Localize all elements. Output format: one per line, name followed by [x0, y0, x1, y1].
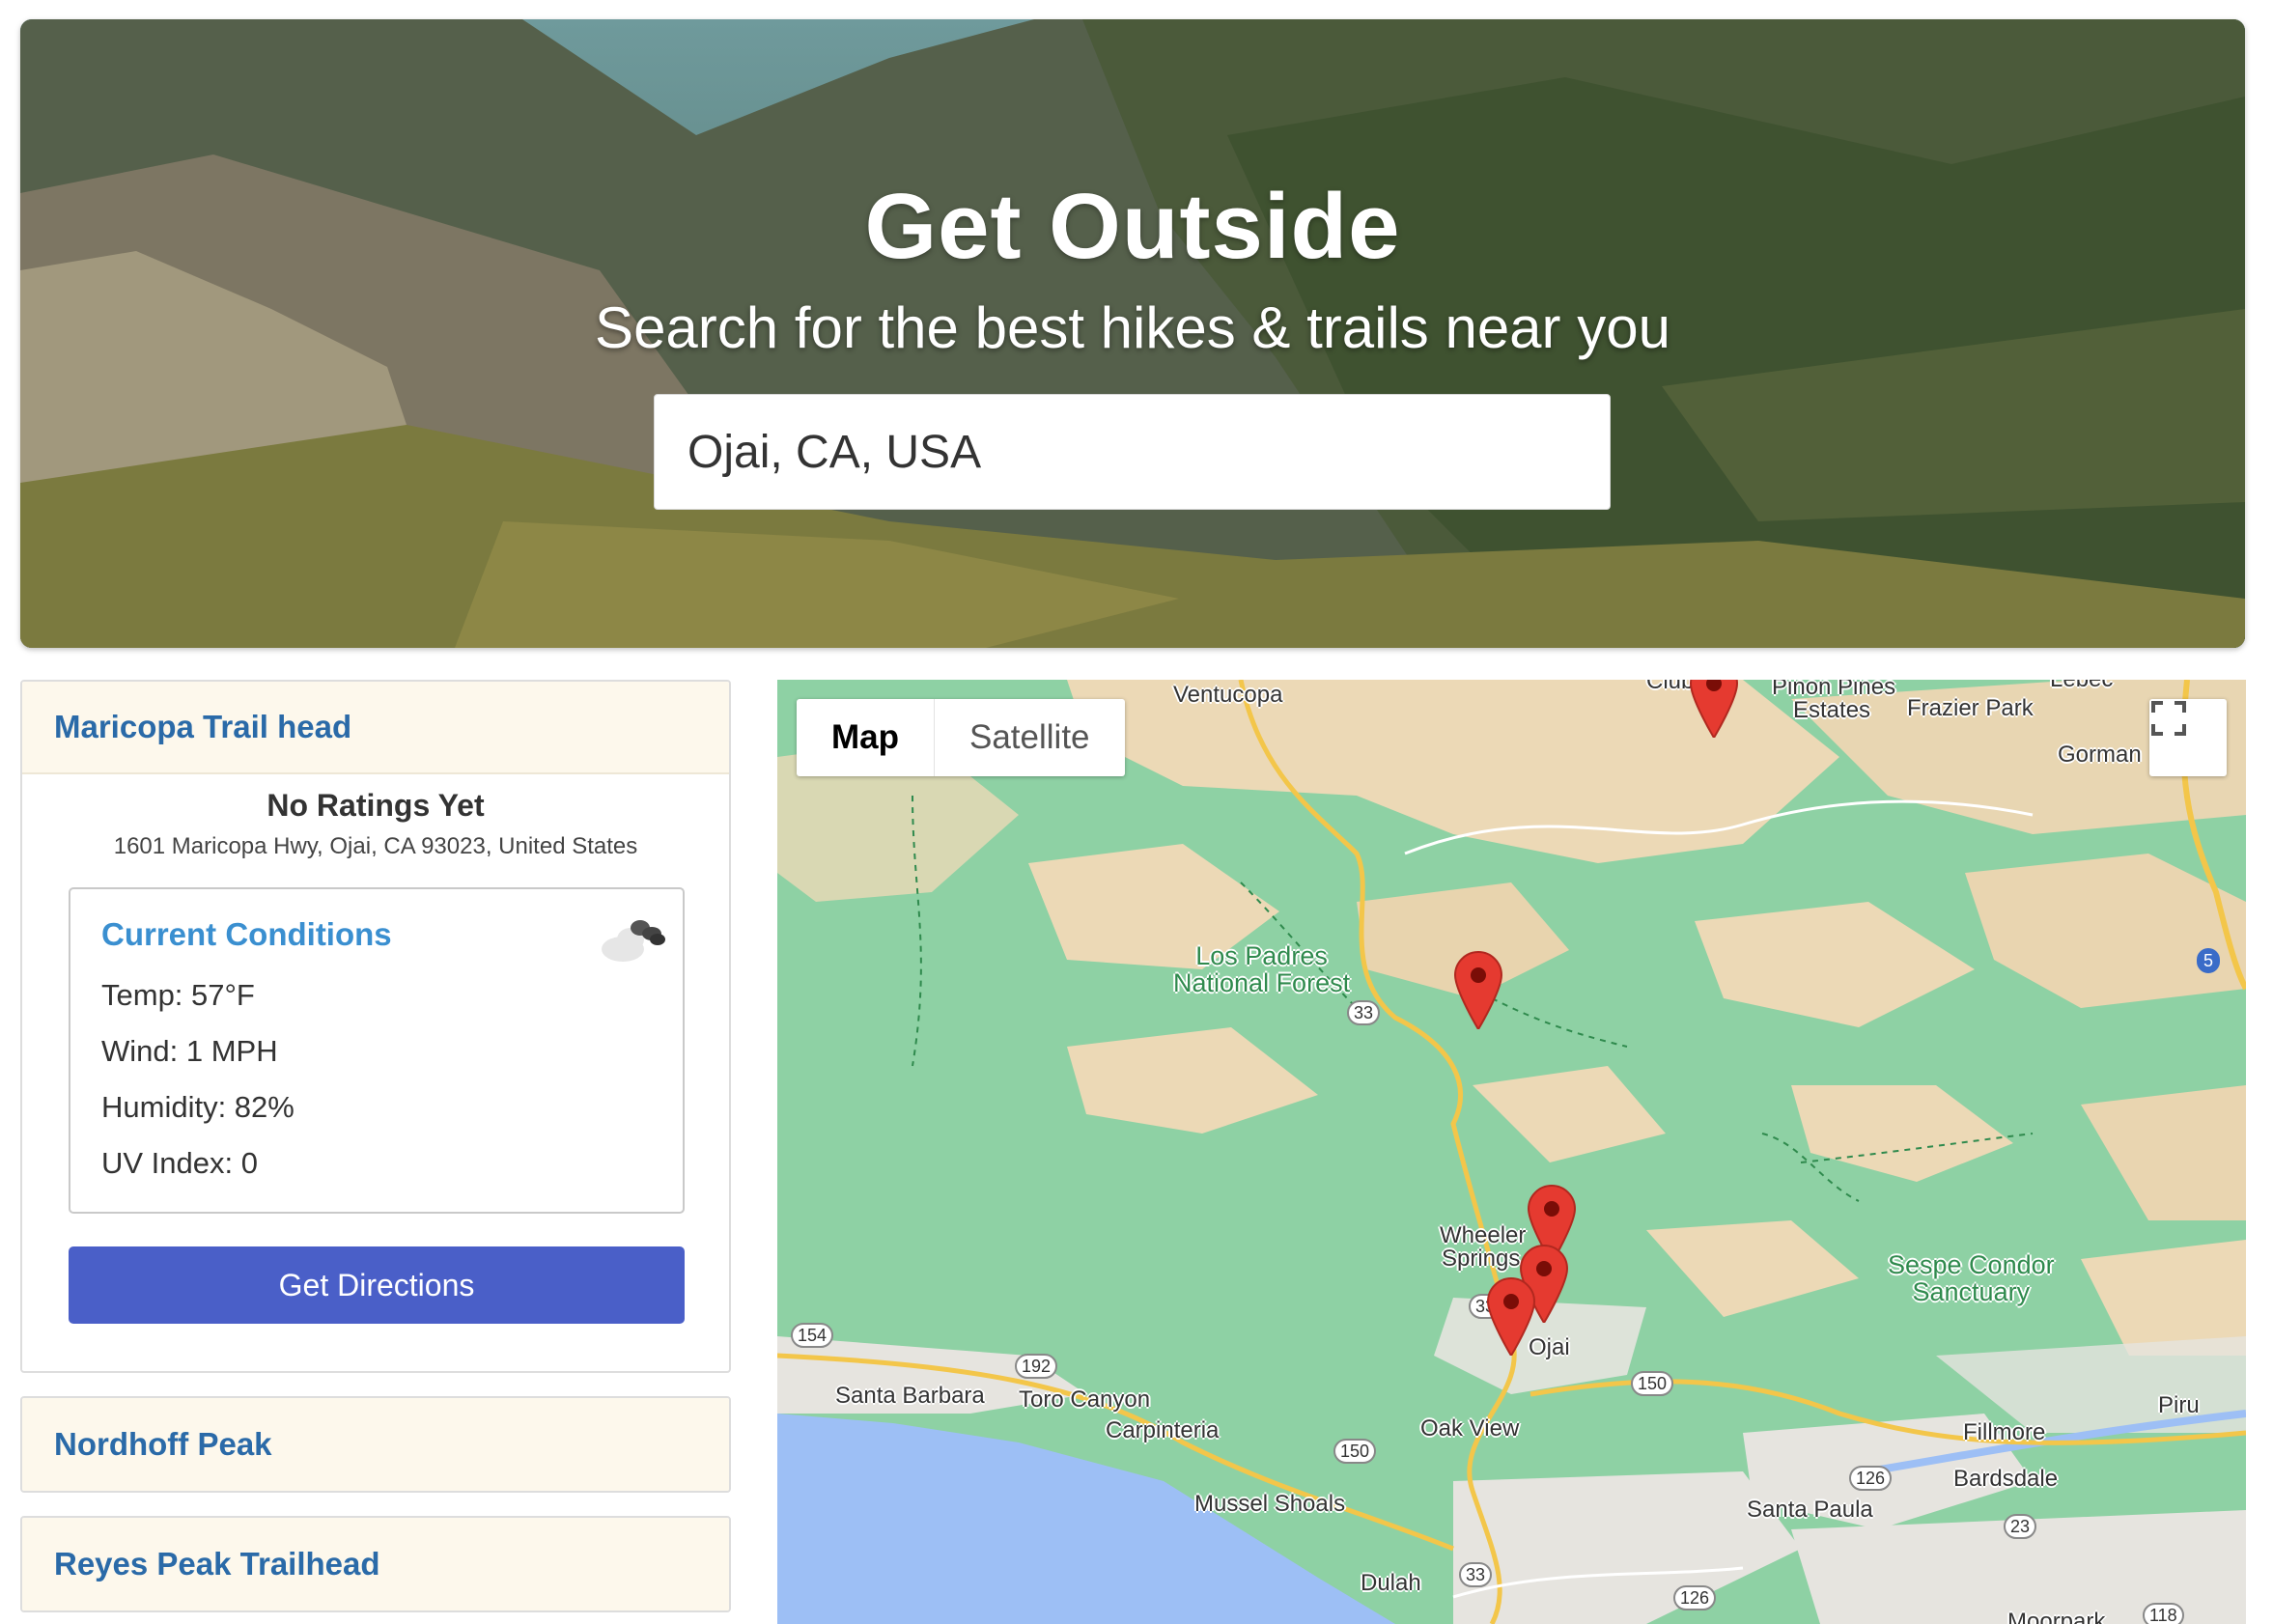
map-label: Springs: [1442, 1246, 1521, 1272]
map-label: Santa Barbara: [835, 1383, 985, 1409]
trail-card-reyes: Reyes Peak Trailhead: [20, 1516, 731, 1612]
route-shield: 118: [2143, 1603, 2184, 1624]
hero-title: Get Outside: [864, 175, 1401, 278]
fullscreen-button[interactable]: [2149, 699, 2227, 776]
trail-card-nordhoff: Nordhoff Peak: [20, 1396, 731, 1493]
route-shield: 126: [1849, 1466, 1893, 1491]
hero-banner: Get Outside Search for the best hikes & …: [20, 19, 2245, 648]
route-shield: 150: [1333, 1439, 1377, 1464]
interstate-shield: 5: [2197, 948, 2221, 973]
map-label-line: Sespe Condor: [1888, 1250, 2055, 1279]
route-shield: 192: [1015, 1354, 1058, 1379]
map-type-satellite-button[interactable]: Satellite: [935, 699, 1125, 776]
map-label: Bardsdale: [1953, 1466, 2059, 1492]
uv-index-value: UV Index: 0: [101, 1146, 258, 1180]
trail-card-maricopa: Maricopa Trail head No Ratings Yet 1601 …: [20, 680, 731, 1373]
map-label: Los Padres National Forest: [1173, 942, 1350, 996]
trail-marker-pin[interactable]: [1486, 1274, 1536, 1356]
current-conditions-panel: Current Conditions Temp: 57°F Wind: 1 MP…: [69, 887, 685, 1214]
temperature-value: Temp: 57°F: [101, 978, 255, 1012]
map-label: Toro Canyon: [1019, 1386, 1151, 1413]
trail-card-header[interactable]: Maricopa Trail head: [22, 682, 729, 774]
map-label: Moorpark: [2007, 1609, 2106, 1624]
map-label: Mussel Shoals: [1194, 1491, 1346, 1517]
route-shield: 33: [1459, 1562, 1493, 1587]
trail-card-header[interactable]: Reyes Peak Trailhead: [22, 1518, 729, 1610]
map-label: Dulah: [1361, 1570, 1421, 1596]
trail-card-header[interactable]: Nordhoff Peak: [22, 1398, 729, 1491]
map-label: Sespe Condor Sanctuary: [1888, 1251, 2055, 1305]
trail-map[interactable]: Ventucopa Club Pinon Pines Estates Frazi…: [777, 680, 2246, 1624]
cloud-icon: [602, 920, 665, 962]
ratings-label: No Ratings Yet: [267, 788, 485, 823]
location-search-input[interactable]: [654, 394, 1611, 510]
map-label-line: Los Padres: [1195, 941, 1328, 970]
trail-address: 1601 Maricopa Hwy, Ojai, CA 93023, Unite…: [113, 833, 638, 859]
map-label: Piru: [2158, 1392, 2200, 1418]
route-shield: 150: [1631, 1371, 1674, 1396]
map-label: Ventucopa: [1173, 682, 1283, 708]
hero-subtitle: Search for the best hikes & trails near …: [595, 295, 1670, 360]
conditions-title: Current Conditions: [101, 916, 392, 952]
map-label-line: Sanctuary: [1912, 1277, 2031, 1306]
map-label: Carpinteria: [1106, 1417, 1220, 1443]
map-label: Gorman: [2058, 742, 2142, 768]
map-type-control: Map Satellite: [797, 699, 1125, 776]
route-shield: 23: [2004, 1514, 2037, 1539]
map-label: Frazier Park: [1907, 695, 2034, 721]
route-shield: 154: [791, 1323, 834, 1348]
fullscreen-icon: [2151, 701, 2186, 736]
map-label: Oak View: [1420, 1415, 1520, 1442]
route-shield: 33: [1347, 1000, 1381, 1025]
route-shield: 126: [1673, 1585, 1717, 1610]
map-label: Club: [1646, 680, 1695, 694]
map-label-line: National Forest: [1173, 968, 1351, 997]
map-label: Estates: [1793, 697, 1871, 723]
get-directions-button[interactable]: Get Directions: [69, 1246, 685, 1324]
trail-marker-pin[interactable]: [1689, 680, 1739, 738]
trail-marker-pin[interactable]: [1453, 948, 1503, 1029]
map-type-map-button[interactable]: Map: [797, 699, 935, 776]
wind-value: Wind: 1 MPH: [101, 1034, 278, 1068]
map-label: Lebec: [2050, 680, 2113, 693]
map-label: Fillmore: [1963, 1419, 2046, 1445]
humidity-value: Humidity: 82%: [101, 1090, 295, 1124]
map-label: Santa Paula: [1747, 1497, 1873, 1523]
